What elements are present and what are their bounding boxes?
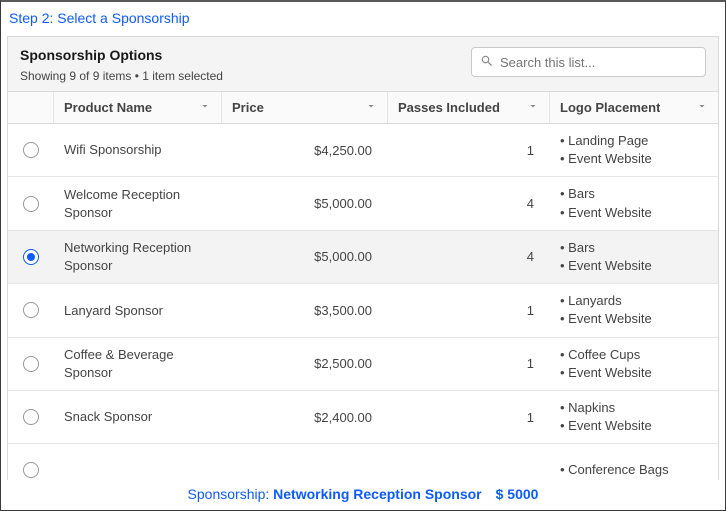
window-frame: Step 2: Select a Sponsorship Sponsorship… xyxy=(0,0,726,511)
chevron-down-icon xyxy=(696,100,708,115)
sponsorship-panel: Sponsorship Options Showing 9 of 9 items… xyxy=(7,36,719,480)
table-row[interactable]: Conference Bags xyxy=(8,444,718,480)
table-row[interactable]: Welcome Reception Sponsor$5,000.004BarsE… xyxy=(8,177,718,230)
search-icon xyxy=(480,54,494,71)
logo-placement-cell: Conference Bags xyxy=(550,444,718,480)
price-cell: $2,400.00 xyxy=(222,391,388,443)
logo-placement-cell: LanyardsEvent Website xyxy=(550,284,718,336)
col-price[interactable]: Price xyxy=(222,92,388,123)
price-cell: $4,250.00 xyxy=(222,124,388,176)
col-select xyxy=(8,92,54,123)
table-row[interactable]: Lanyard Sponsor$3,500.001LanyardsEvent W… xyxy=(8,284,718,337)
panel-subtitle: Showing 9 of 9 items • 1 item selected xyxy=(20,69,223,83)
product-name-cell xyxy=(54,444,222,480)
product-name-cell: Wifi Sponsorship xyxy=(54,124,222,176)
price-cell xyxy=(222,444,388,480)
logo-placement-cell: BarsEvent Website xyxy=(550,177,718,229)
summary-amount: $ 5000 xyxy=(496,486,539,502)
price-cell: $3,500.00 xyxy=(222,284,388,336)
row-select-cell[interactable] xyxy=(8,231,54,283)
radio-button[interactable] xyxy=(23,462,39,478)
radio-button[interactable] xyxy=(23,142,39,158)
passes-cell: 1 xyxy=(388,391,550,443)
product-name-cell: Coffee & Beverage Sponsor xyxy=(54,338,222,390)
row-select-cell[interactable] xyxy=(8,391,54,443)
passes-cell: 4 xyxy=(388,231,550,283)
passes-cell xyxy=(388,444,550,480)
product-name-cell: Welcome Reception Sponsor xyxy=(54,177,222,229)
table-row[interactable]: Wifi Sponsorship$4,250.001Landing PageEv… xyxy=(8,124,718,177)
passes-cell: 1 xyxy=(388,338,550,390)
table-row[interactable]: Networking Reception Sponsor$5,000.004Ba… xyxy=(8,231,718,284)
selection-summary: Sponsorship: Networking Reception Sponso… xyxy=(7,480,719,502)
search-box[interactable] xyxy=(471,47,706,77)
radio-button[interactable] xyxy=(23,196,39,212)
logo-placement-cell: BarsEvent Website xyxy=(550,231,718,283)
table-row[interactable]: Coffee & Beverage Sponsor$2,500.001Coffe… xyxy=(8,338,718,391)
radio-button[interactable] xyxy=(23,356,39,372)
price-cell: $5,000.00 xyxy=(222,231,388,283)
row-select-cell[interactable] xyxy=(8,444,54,480)
chevron-down-icon xyxy=(199,100,211,115)
row-select-cell[interactable] xyxy=(8,338,54,390)
price-cell: $5,000.00 xyxy=(222,177,388,229)
panel-header-left: Sponsorship Options Showing 9 of 9 items… xyxy=(20,47,223,83)
price-cell: $2,500.00 xyxy=(222,338,388,390)
product-name-cell: Lanyard Sponsor xyxy=(54,284,222,336)
table-row[interactable]: Snack Sponsor$2,400.001NapkinsEvent Webs… xyxy=(8,391,718,444)
summary-label: Sponsorship: xyxy=(188,486,274,502)
panel-header: Sponsorship Options Showing 9 of 9 items… xyxy=(8,37,718,92)
radio-button[interactable] xyxy=(23,409,39,425)
product-name-cell: Snack Sponsor xyxy=(54,391,222,443)
logo-placement-cell: Landing PageEvent Website xyxy=(550,124,718,176)
row-select-cell[interactable] xyxy=(8,284,54,336)
logo-placement-cell: Coffee CupsEvent Website xyxy=(550,338,718,390)
radio-button[interactable] xyxy=(23,302,39,318)
product-name-cell: Networking Reception Sponsor xyxy=(54,231,222,283)
passes-cell: 4 xyxy=(388,177,550,229)
passes-cell: 1 xyxy=(388,284,550,336)
col-product-name[interactable]: Product Name xyxy=(54,92,222,123)
table-body[interactable]: Wifi Sponsorship$4,250.001Landing PageEv… xyxy=(8,124,718,480)
row-select-cell[interactable] xyxy=(8,177,54,229)
chevron-down-icon xyxy=(365,100,377,115)
search-input[interactable] xyxy=(500,55,697,70)
logo-placement-cell: NapkinsEvent Website xyxy=(550,391,718,443)
passes-cell: 1 xyxy=(388,124,550,176)
summary-value: Networking Reception Sponsor xyxy=(273,486,481,502)
panel-title: Sponsorship Options xyxy=(20,47,223,63)
chevron-down-icon xyxy=(527,100,539,115)
step-title: Step 2: Select a Sponsorship xyxy=(7,4,719,36)
radio-button[interactable] xyxy=(23,249,39,265)
col-logo[interactable]: Logo Placement xyxy=(550,92,718,123)
col-passes[interactable]: Passes Included xyxy=(388,92,550,123)
table-header: Product Name Price Passes Included Logo … xyxy=(8,92,718,124)
row-select-cell[interactable] xyxy=(8,124,54,176)
